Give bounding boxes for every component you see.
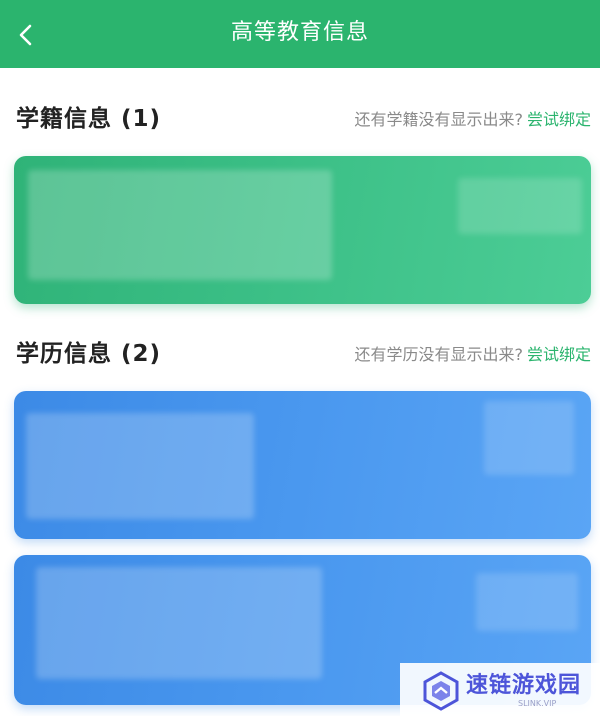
redacted-content xyxy=(36,567,322,679)
education-card[interactable] xyxy=(14,391,591,539)
try-bind-link-student-status[interactable]: 尝试绑定 xyxy=(527,110,591,129)
watermark: 速链游戏园 SLINK.VIP xyxy=(400,663,600,716)
redacted-content xyxy=(484,401,574,475)
hexagon-logo-icon xyxy=(423,671,459,711)
watermark-subtext: SLINK.VIP xyxy=(518,699,557,708)
watermark-text: 速链游戏园 xyxy=(466,673,582,698)
page-title: 高等教育信息 xyxy=(230,20,369,45)
redacted-content xyxy=(28,170,332,280)
redacted-content xyxy=(26,413,254,519)
section-hint-education: 还有学历没有显示出来? 尝试绑定 xyxy=(354,343,591,367)
section-hint-student-status: 还有学籍没有显示出来? 尝试绑定 xyxy=(354,108,591,132)
hint-text: 还有学历没有显示出来? xyxy=(354,345,523,364)
hint-text: 还有学籍没有显示出来? xyxy=(354,110,523,129)
section-title-student-status: 学籍信息 (1) xyxy=(16,106,162,132)
redacted-content xyxy=(458,178,582,234)
app-header: 高等教育信息 xyxy=(0,0,600,68)
education-section-header: 学历信息 (2) 还有学历没有显示出来? 尝试绑定 xyxy=(16,336,591,372)
student-status-card[interactable] xyxy=(14,156,591,304)
student-status-section-header: 学籍信息 (1) 还有学籍没有显示出来? 尝试绑定 xyxy=(16,101,591,137)
redacted-content xyxy=(476,573,578,631)
page: 高等教育信息 学籍信息 (1) 还有学籍没有显示出来? 尝试绑定 学历信息 (2)… xyxy=(0,0,600,716)
try-bind-link-education[interactable]: 尝试绑定 xyxy=(527,345,591,364)
section-title-education: 学历信息 (2) xyxy=(16,341,162,367)
